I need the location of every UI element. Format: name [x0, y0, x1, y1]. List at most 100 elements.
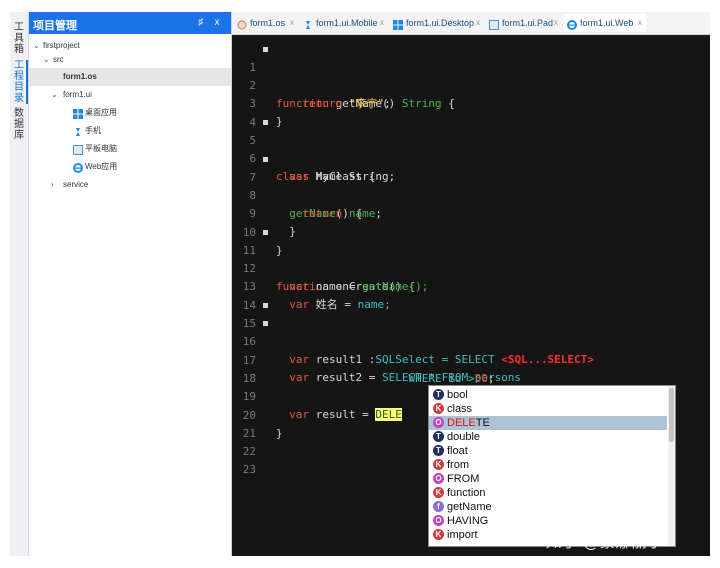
autocomplete-item[interactable]: K function [429, 486, 667, 500]
tab-form1-os[interactable]: form1.os x [234, 14, 298, 32]
tab-label: form1.ui.Desktop [406, 18, 475, 28]
tree-label: 平板电脑 [85, 144, 117, 153]
code-line-8: 8 return name; [232, 169, 710, 220]
fold-marker-icon[interactable] [263, 120, 268, 125]
autocomplete-popup[interactable]: T bool K class O DELETE T double T float… [428, 385, 676, 547]
tablet-icon [489, 18, 499, 30]
chevron-down-icon: ⌄ [51, 90, 58, 99]
code-line-17: 17 WHERE id >30; [232, 334, 710, 385]
line-number: 23 [242, 463, 256, 476]
autocomplete-item[interactable]: K class [429, 402, 667, 416]
code-line-12: 12 var name = getName(); [232, 242, 710, 293]
tab-label: form1.ui.Pad [502, 18, 554, 28]
pin-button[interactable]: ♯ [195, 16, 207, 30]
tab-label: form1.ui.Mobile [316, 18, 378, 28]
autocomplete-scrollbar[interactable] [668, 386, 675, 546]
function-icon: f [433, 501, 444, 512]
fold-marker-icon[interactable] [263, 157, 268, 162]
item-label: float [447, 445, 468, 457]
code-line-5: 5 class MyClass { [232, 114, 710, 183]
code-line-9: 9 } [232, 187, 710, 238]
fold-marker-icon[interactable] [263, 230, 268, 235]
operator-icon: O [433, 515, 444, 526]
toolbox-tab[interactable]: 工具箱 [12, 22, 26, 55]
item-label: class [447, 403, 473, 415]
code-line-3: 3 } [232, 77, 710, 128]
tab-form1-ui-pad[interactable]: form1.ui.Pad x [486, 14, 562, 32]
tree-node-form1-ui[interactable]: ⌄ form1.ui [29, 86, 231, 104]
type-icon: T [433, 389, 444, 400]
code-line-13: 13 var 姓名 = name; [232, 260, 710, 311]
autocomplete-item[interactable]: f getName [429, 500, 667, 514]
operator-icon: O [433, 473, 444, 484]
chevron-right-icon: › [51, 180, 54, 189]
keyword-icon: K [433, 403, 444, 414]
close-icon[interactable]: x [476, 14, 480, 32]
tab-form1-ui-desktop[interactable]: form1.ui.Desktop x [390, 14, 484, 32]
tab-form1-ui-mobile[interactable]: form1.ui.Mobile x [300, 14, 388, 32]
tablet-icon [73, 144, 83, 155]
autocomplete-item-selected[interactable]: O DELETE [429, 416, 667, 430]
tree-node-desktop[interactable]: 桌面应用 [29, 104, 231, 122]
tree-label: service [63, 180, 89, 189]
code-line-14: 14 [232, 279, 710, 312]
tree-node-form1-os[interactable]: form1.os [29, 68, 231, 86]
fold-marker-icon[interactable] [263, 321, 268, 326]
autocomplete-item[interactable]: T float [429, 444, 667, 458]
tree-node-src[interactable]: ⌄ src [29, 51, 231, 69]
autocomplete-item[interactable]: T double [429, 430, 667, 444]
project-panel: 项目管理 ♯ x ⌄ firstproject ⌄ src form1.os ⌄… [29, 12, 232, 556]
fold-marker-icon[interactable] [263, 303, 268, 308]
close-icon[interactable]: x [380, 14, 384, 32]
mobile-icon [303, 18, 313, 29]
tree-label: Web应用 [85, 162, 118, 171]
code-line-15: 15 var result1 :SQLSelect = SELECT <SQL.… [232, 297, 710, 366]
tab-form1-ui-web[interactable]: form1.ui.Web x [564, 14, 646, 32]
tree-node-pad[interactable]: 平板电脑 [29, 140, 231, 158]
editor-tab-bar: form1.os x form1.ui.Mobile x form1.ui.De… [232, 12, 710, 35]
tree-node-service[interactable]: › service [29, 176, 231, 194]
ie-icon [567, 18, 577, 30]
ie-icon [73, 162, 83, 173]
close-icon[interactable]: x [554, 14, 558, 32]
autocomplete-item[interactable]: O FROM [429, 472, 667, 486]
tree-label: src [53, 55, 64, 64]
tree-node-mobile[interactable]: 手机 [29, 122, 231, 140]
autocomplete-item[interactable]: O HAVING [429, 514, 667, 528]
database-tab[interactable]: 数据库 [12, 108, 26, 141]
windows-icon [73, 108, 83, 119]
item-label: import [447, 529, 478, 541]
item-label: FROM [447, 473, 480, 485]
tool-strip: 工具箱 工程目录 数据库 [10, 12, 29, 556]
project-panel-header: 项目管理 ♯ x [29, 12, 231, 34]
code-line-16: 16 var result2 = SELECT * FROM persons [232, 315, 710, 384]
keyword-icon: K [433, 529, 444, 540]
code-line-10: 10 } [232, 206, 710, 257]
code-line-4: 4 [232, 96, 710, 129]
item-label: HAVING [447, 515, 489, 527]
code-line-11: 11 function onCreate() { [232, 224, 710, 293]
code-line-6: 6 var name String; [232, 132, 710, 183]
code-line-18: 18 [232, 352, 710, 385]
close-panel-button[interactable]: x [211, 16, 223, 30]
tree-node-web[interactable]: Web应用 [29, 158, 231, 176]
close-icon[interactable]: x [290, 14, 294, 32]
project-directory-tab[interactable]: 工程目录 [12, 60, 28, 104]
tree-label: form1.os [63, 72, 97, 81]
watermark: 知乎 @蒙娜丽宁 [546, 532, 664, 551]
close-icon[interactable]: x [638, 14, 642, 32]
fold-marker-icon[interactable] [263, 47, 268, 52]
autocomplete-item[interactable]: K from [429, 458, 667, 472]
keyword-icon: K [433, 459, 444, 470]
type-icon: T [433, 431, 444, 442]
keyword-icon: K [433, 487, 444, 498]
item-label: getName [447, 501, 492, 513]
autocomplete-item[interactable]: T bool [429, 388, 667, 402]
type-icon: T [433, 445, 444, 456]
tree-label: 桌面应用 [85, 108, 117, 117]
code-line-1: 1 function getName() String { [232, 41, 710, 110]
tree-label: form1.ui [63, 90, 92, 99]
scrollbar-thumb[interactable] [669, 388, 674, 442]
code-line-7: 7 getName() { [232, 151, 710, 220]
code-line-2: 2 return "李宁"; [232, 59, 710, 110]
